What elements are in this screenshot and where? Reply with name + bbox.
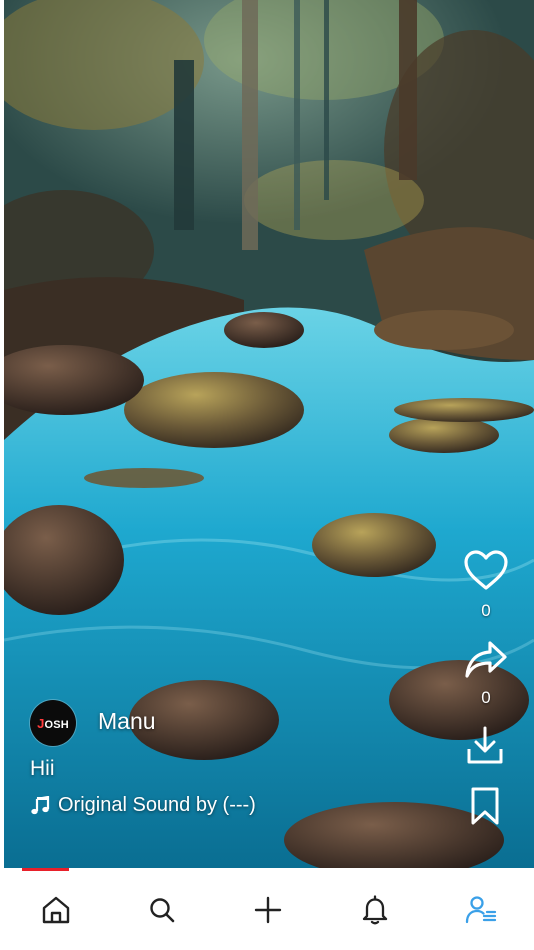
share-count: 0 <box>481 688 491 707</box>
video-progress-fill <box>22 868 69 871</box>
home-icon <box>42 896 70 924</box>
heart-icon <box>464 550 508 590</box>
download-icon <box>467 726 503 764</box>
sound-link[interactable]: Original Sound by (---) <box>30 794 256 817</box>
reel-screen: 0 0 JOSH Manu Hii Original Sound by (---… <box>0 0 534 950</box>
like-button[interactable] <box>462 548 510 592</box>
bell-icon <box>362 895 388 925</box>
like-count: 0 <box>481 601 491 620</box>
nav-home[interactable] <box>36 890 76 930</box>
nav-notifications[interactable] <box>355 890 395 930</box>
profile-icon <box>465 896 497 924</box>
forest-stream-scene <box>4 0 534 868</box>
bookmark-button[interactable] <box>466 784 504 828</box>
video-player[interactable] <box>4 0 534 868</box>
bottom-nav <box>0 872 534 950</box>
nav-search[interactable] <box>142 890 182 930</box>
post-caption: Hii <box>30 757 55 780</box>
plus-icon <box>254 896 282 924</box>
share-button[interactable] <box>463 638 509 680</box>
josh-logo: JOSH <box>37 715 69 731</box>
download-button[interactable] <box>465 724 505 766</box>
nav-create[interactable] <box>248 890 288 930</box>
creator-username[interactable]: Manu <box>98 708 156 735</box>
share-arrow-icon <box>465 641 507 678</box>
sound-label: Original Sound by (---) <box>58 794 256 816</box>
search-icon <box>150 898 175 923</box>
creator-avatar[interactable]: JOSH <box>30 700 76 746</box>
bookmark-icon <box>471 787 499 825</box>
nav-profile[interactable] <box>461 890 501 930</box>
music-note-icon <box>31 795 50 814</box>
